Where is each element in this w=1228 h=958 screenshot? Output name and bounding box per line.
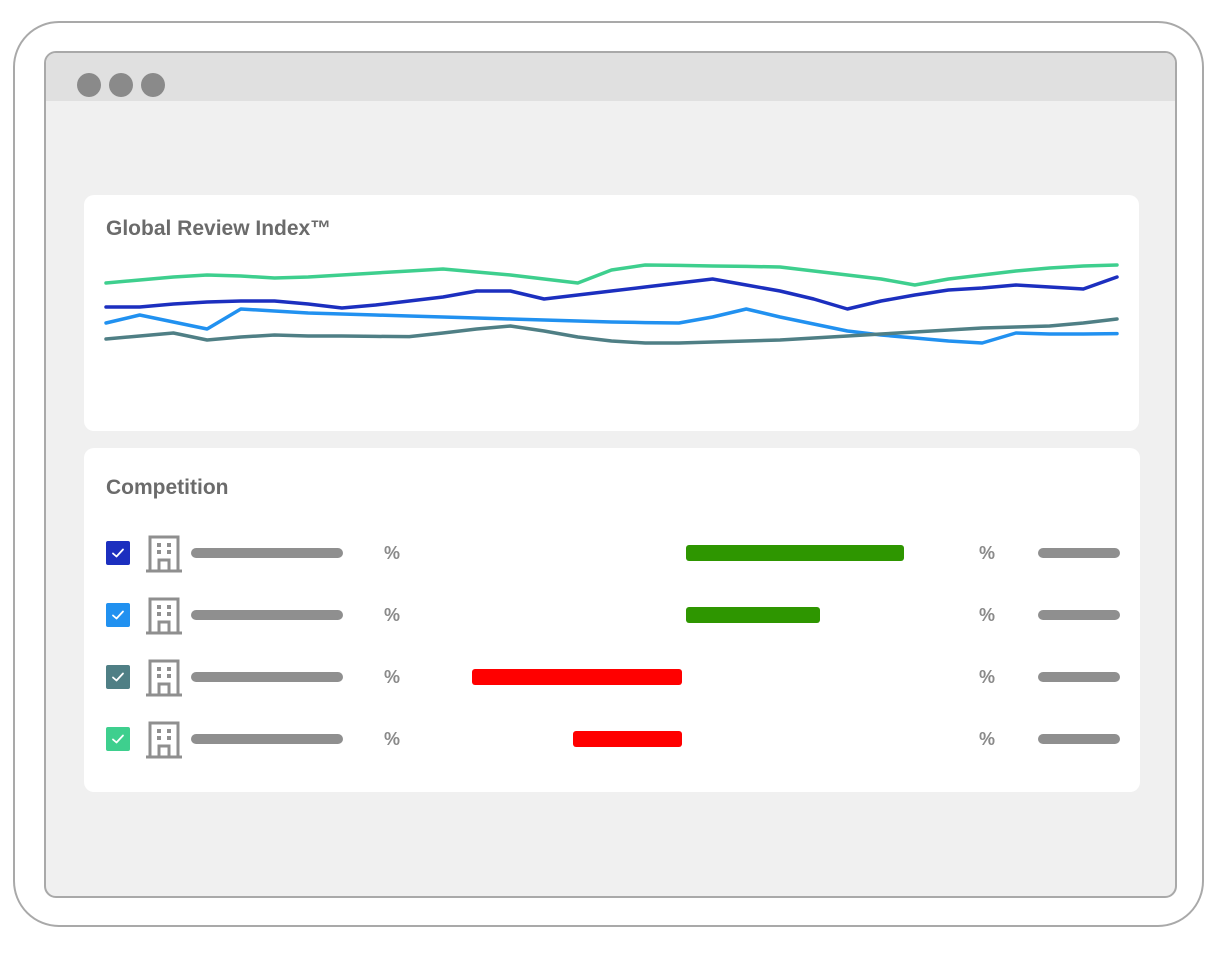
window-maximize-control[interactable] [141,73,165,97]
competitor-checkbox[interactable] [106,603,130,627]
checkmark-icon [112,734,124,744]
percent-right-label: % [979,729,996,749]
competitor-row: %% [84,533,1140,573]
percent-right-label: % [979,605,996,625]
review-index-card: Global Review Index™ [84,195,1139,431]
checkmark-icon [112,672,124,682]
percent-left-label: % [384,729,401,749]
percent-right-label: % [979,667,996,687]
browser-window: Global Review Index™ Competition %%%%%%%… [44,51,1177,898]
competitor-checkbox[interactable] [106,665,130,689]
building-icon [146,721,182,759]
window-minimize-control[interactable] [109,73,133,97]
series-line-3 [104,307,1119,345]
change-bar [686,545,905,561]
building-icon [146,597,182,635]
competitor-checkbox[interactable] [106,727,130,751]
change-bar [472,669,682,685]
competition-card: Competition %%%%%%%% [84,448,1140,792]
competitor-value-placeholder [1038,734,1120,744]
competitor-checkbox[interactable] [106,541,130,565]
competitor-name-placeholder [191,672,343,682]
percent-left-label: % [384,543,401,563]
competitor-row: %% [84,595,1140,635]
competitor-name-placeholder [191,548,343,558]
percent-left-label: % [384,667,401,687]
change-bar [572,731,682,747]
competitor-value-placeholder [1038,548,1120,558]
review-index-chart [104,263,1119,345]
percent-right-label: % [979,543,996,563]
percent-left-label: % [384,605,401,625]
competitor-row: %% [84,657,1140,697]
building-icon [146,659,182,697]
competitor-value-placeholder [1038,610,1120,620]
change-bar [686,607,821,623]
window-close-control[interactable] [77,73,101,97]
building-icon [146,535,182,573]
series-line-2 [104,275,1119,311]
checkmark-icon [112,548,124,558]
checkmark-icon [112,610,124,620]
competition-title: Competition [106,476,229,499]
competitor-value-placeholder [1038,672,1120,682]
series-line-1 [104,263,1119,287]
title-bar [46,53,1175,101]
competitor-row: %% [84,719,1140,759]
competitor-name-placeholder [191,610,343,620]
competitor-name-placeholder [191,734,343,744]
